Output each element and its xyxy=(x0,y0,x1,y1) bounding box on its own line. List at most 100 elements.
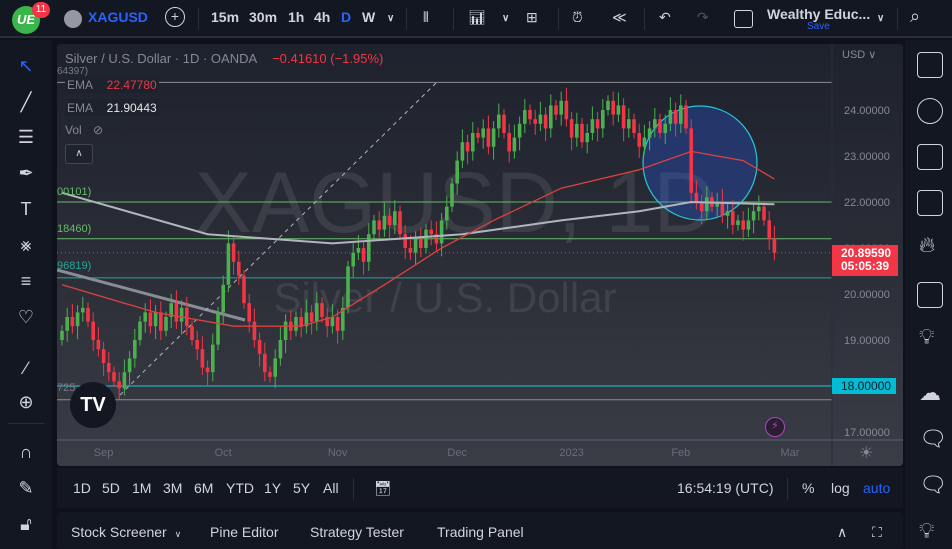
tab-trading-panel[interactable]: Trading Panel xyxy=(437,524,524,540)
indicators-icon[interactable]: 📊︎ xyxy=(468,9,486,26)
chats-icon[interactable]: 🗨︎ xyxy=(919,426,947,452)
range-1d[interactable]: 1D xyxy=(73,480,91,496)
candle-body xyxy=(247,303,251,322)
layout-name[interactable]: Wealthy Educ... xyxy=(767,6,870,22)
log-toggle[interactable]: log xyxy=(831,480,850,496)
interval-d[interactable]: D xyxy=(341,9,351,25)
magnet-icon[interactable]: ∩ xyxy=(14,440,38,464)
tab-pine-editor[interactable]: Pine Editor xyxy=(210,524,278,540)
candle-body xyxy=(330,317,335,327)
level-label: 00101) xyxy=(57,186,92,198)
candle-body xyxy=(252,321,257,340)
candle-body xyxy=(179,307,184,322)
range-3m[interactable]: 3M xyxy=(163,480,182,496)
replay-icon[interactable]: ≪ xyxy=(612,9,627,26)
text-icon[interactable]: T xyxy=(14,197,38,221)
hotlist-flame-icon[interactable]: 🔥︎ xyxy=(919,232,935,258)
range-5y[interactable]: 5Y xyxy=(293,480,310,496)
brush-icon[interactable]: ✒ xyxy=(14,161,38,185)
heart-icon[interactable]: ♡ xyxy=(14,305,38,329)
candle-body xyxy=(439,220,444,244)
symbol-search[interactable]: XAGUSD xyxy=(88,9,148,25)
interval-1h[interactable]: 1h xyxy=(288,9,304,25)
watchlist-icon[interactable] xyxy=(917,52,943,78)
symbol-icon xyxy=(64,10,82,28)
ema-fast-legend[interactable]: EMA 22.47780 xyxy=(65,76,159,93)
fib-icon[interactable]: ☰ xyxy=(14,125,38,149)
alarm-clock-icon[interactable] xyxy=(917,98,943,124)
ema-label: EMA xyxy=(67,78,94,92)
candle-body xyxy=(112,372,116,382)
range-6m[interactable]: 6M xyxy=(194,480,213,496)
level-label: 96819) xyxy=(57,260,92,272)
candle-body xyxy=(559,100,563,115)
tab-stock-screener[interactable]: Stock Screener ∨ xyxy=(71,524,181,540)
cursor-icon[interactable]: ↖ xyxy=(14,54,38,78)
save-button[interactable]: Save xyxy=(807,21,830,32)
range-1y[interactable]: 1Y xyxy=(264,480,281,496)
expand-panel-icon[interactable]: ∧ xyxy=(837,524,847,541)
currency-selector[interactable]: USD ∨ xyxy=(842,48,876,61)
eye-hidden-icon[interactable]: ⊘ xyxy=(93,123,103,137)
chevron-down-icon[interactable]: ∨ xyxy=(877,13,884,24)
alert-icon[interactable]: ⏰︎ xyxy=(572,9,583,26)
add-symbol-icon[interactable]: + xyxy=(165,7,185,27)
maximize-icon[interactable]: ⛶ xyxy=(872,524,882,541)
tab-strategy-tester[interactable]: Strategy Tester xyxy=(310,524,404,540)
tradingview-logo[interactable]: TV xyxy=(70,382,116,428)
fullscreen-icon[interactable] xyxy=(734,10,753,28)
candle-body xyxy=(143,312,147,322)
clock-time[interactable]: 16:54:19 (UTC) xyxy=(677,480,773,496)
percent-toggle[interactable]: % xyxy=(802,480,814,496)
range-ytd[interactable]: YTD xyxy=(226,480,254,496)
volume-legend[interactable]: Vol ⊘ xyxy=(65,123,103,137)
chart-pane[interactable]: XAGUSD, 1D Silver / U.S. Dollar 17.00000… xyxy=(57,44,903,466)
undo-icon[interactable]: ↶ xyxy=(659,9,671,26)
interval-30m[interactable]: 30m xyxy=(249,9,277,25)
chevron-down-icon[interactable]: ∨ xyxy=(502,13,509,24)
price-tick-label: 23.00000 xyxy=(844,151,890,163)
lightning-icon[interactable]: ⚡︎ xyxy=(765,417,785,437)
range-1m[interactable]: 1M xyxy=(132,480,151,496)
symbol-title[interactable]: Silver / U.S. Dollar · 1D · OANDA xyxy=(65,51,256,66)
interval-w[interactable]: W xyxy=(362,9,375,25)
streams-icon[interactable]: ☁ xyxy=(919,380,941,406)
zoom-in-icon[interactable]: ⊕ xyxy=(14,390,38,414)
range-5d[interactable]: 5D xyxy=(102,480,120,496)
candle-body xyxy=(320,303,324,317)
help-bulb-icon[interactable]: 💡︎ xyxy=(919,518,934,544)
ema-slow-legend[interactable]: EMA 21.90443 xyxy=(65,99,159,116)
redo-icon[interactable]: ↷ xyxy=(697,9,709,26)
range-all[interactable]: All xyxy=(323,480,339,496)
calendar-icon[interactable] xyxy=(917,282,943,308)
settings-gear-icon[interactable]: ☀ xyxy=(859,443,873,463)
candle-body xyxy=(242,275,246,304)
lock-drawings-icon[interactable]: ✎ xyxy=(14,476,38,500)
pattern-icon[interactable]: ⨳ xyxy=(14,233,38,257)
ruler-icon[interactable]: ∕ xyxy=(14,356,38,380)
prediction-icon[interactable]: ≡ xyxy=(14,269,38,293)
interval-4h[interactable]: 4h xyxy=(314,9,330,25)
candle-body xyxy=(138,321,142,340)
add-list-icon[interactable] xyxy=(917,190,943,216)
goto-date-icon[interactable]: 📅︎ xyxy=(374,480,392,497)
trendline-icon[interactable]: ╱ xyxy=(14,90,38,114)
collapse-legend-button[interactable]: ∧ xyxy=(65,144,93,164)
price-tick-label: 20.00000 xyxy=(844,289,890,301)
time-tick-label: Sep xyxy=(94,447,114,459)
unlock-icon[interactable]: 🔓︎ xyxy=(14,512,38,536)
interval-15m[interactable]: 15m xyxy=(211,9,239,25)
candle-body xyxy=(96,340,101,350)
price-chart[interactable]: XAGUSD, 1D Silver / U.S. Dollar 17.00000… xyxy=(57,44,903,466)
candle-body xyxy=(361,248,366,262)
candle-body xyxy=(637,133,641,147)
chevron-down-icon[interactable]: ∨ xyxy=(387,13,394,24)
auto-toggle[interactable]: auto xyxy=(863,480,890,496)
messages-icon[interactable]: 🗨︎ xyxy=(919,472,947,498)
layouts-icon[interactable]: ⊞ xyxy=(526,9,538,26)
candles-icon[interactable]: ⫴ xyxy=(423,9,429,26)
news-icon[interactable] xyxy=(917,144,943,170)
candle-body xyxy=(413,238,418,253)
search-icon[interactable]: ⌕ xyxy=(910,6,920,27)
ideas-bulb-icon[interactable]: 💡︎ xyxy=(919,324,934,350)
